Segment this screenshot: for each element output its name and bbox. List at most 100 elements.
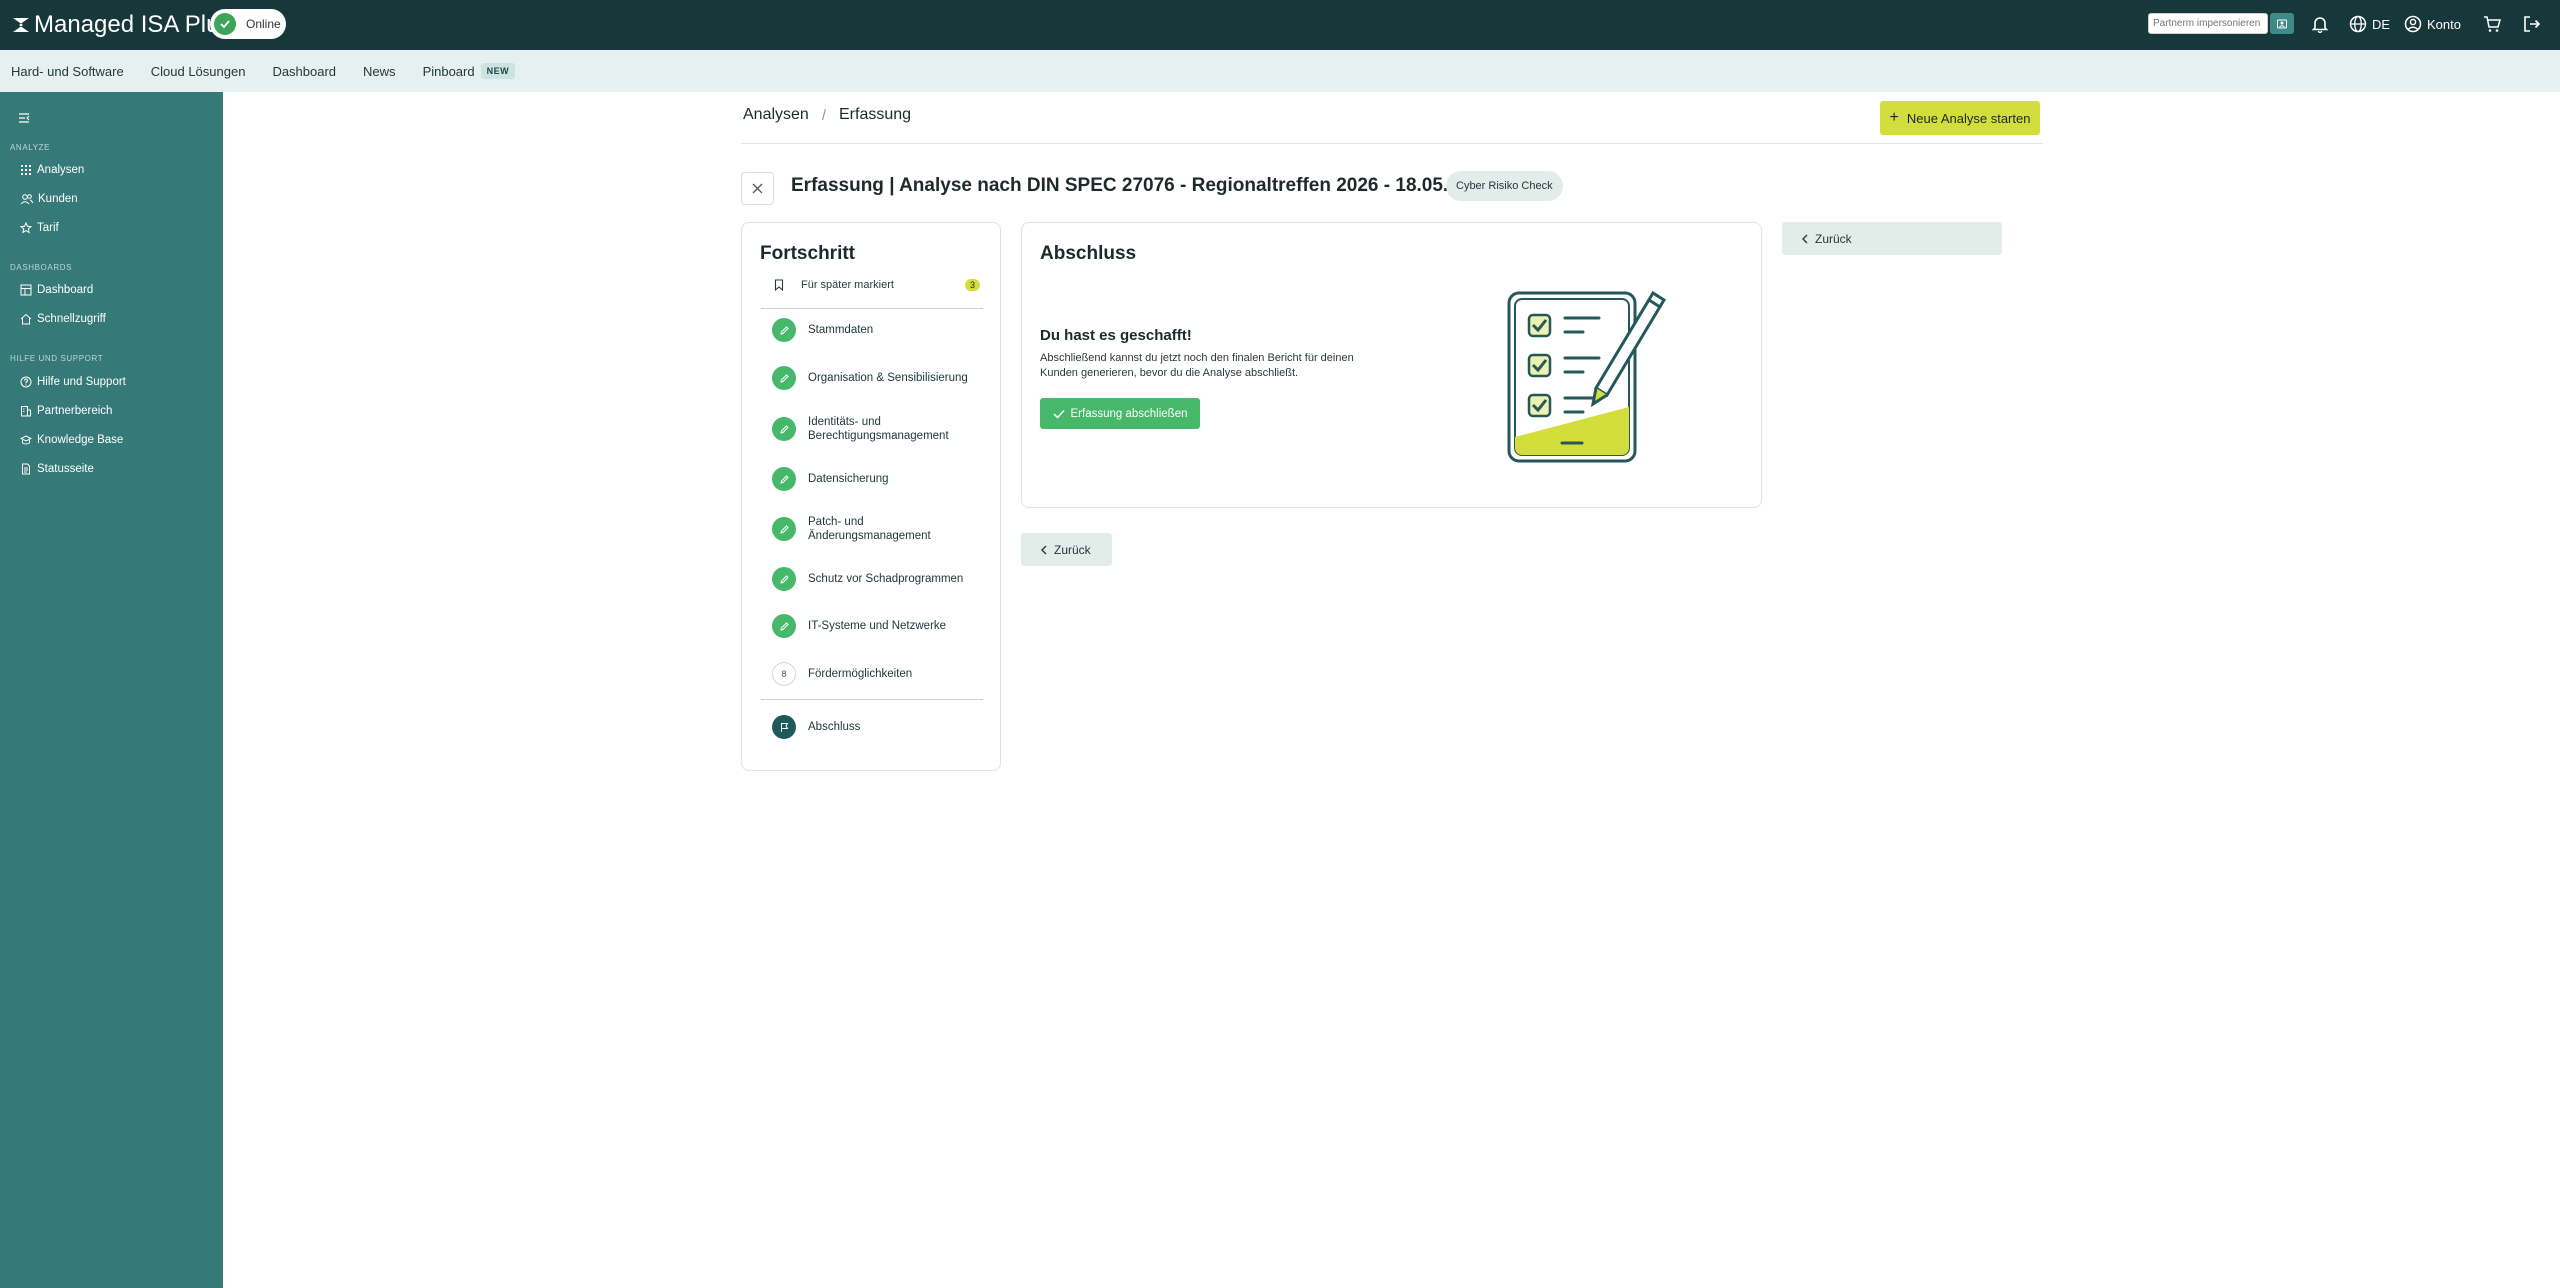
step-label: Fördermöglichkeiten <box>808 668 913 680</box>
step-label: Abschluss <box>808 721 861 733</box>
nav-pinboard[interactable]: Pinboard NEW <box>423 63 516 79</box>
notifications-button[interactable] <box>2312 13 2328 35</box>
sidebar-section-dashboards: DASHBOARDS <box>10 263 73 272</box>
sidebar-item-kunden[interactable]: Kunden <box>20 190 78 208</box>
impersonate-button[interactable] <box>2270 13 2294 34</box>
language-label: DE <box>2372 16 2391 32</box>
close-icon <box>752 183 763 194</box>
sidebar: ANALYZE Analysen Kunden Tarif DASHBOARDS… <box>0 92 223 1288</box>
nav-label: Pinboard <box>422 63 475 79</box>
step-label: IT-Systeme und Netzwerke <box>808 620 947 632</box>
step-number: 8 <box>772 662 796 686</box>
complete-capture-label: Erfassung abschließen <box>1070 407 1188 420</box>
impersonate-input[interactable] <box>2148 13 2268 34</box>
users-icon <box>20 194 33 205</box>
progress-divider <box>761 699 983 700</box>
abschluss-card: Abschluss Du hast es geschafft! Abschlie… <box>1021 222 1762 508</box>
cart-button[interactable] <box>2483 13 2501 35</box>
sidebar-item-label: Kunden <box>38 193 78 205</box>
nav-news[interactable]: News <box>363 64 396 79</box>
step-identitaet[interactable]: Identitäts- und Berechtigungsmanagement <box>772 414 972 444</box>
sidebar-collapse-button[interactable] <box>18 110 30 128</box>
complete-capture-button[interactable]: Erfassung abschließen <box>1040 398 1200 429</box>
sidebar-item-tarif[interactable]: Tarif <box>20 219 59 237</box>
bookmark-icon <box>774 279 784 291</box>
step-label: Schutz vor Schadprogrammen <box>808 573 964 585</box>
abschluss-title: Abschluss <box>1040 243 1137 264</box>
bell-icon <box>2312 17 2328 33</box>
sidebar-item-hilfe[interactable]: Hilfe und Support <box>20 373 126 391</box>
page-title: Erfassung | Analyse nach DIN SPEC 27076 … <box>791 175 1491 196</box>
back-button-side[interactable]: Zurück <box>1782 222 2002 255</box>
chevron-left-icon <box>1802 234 1808 243</box>
step-foerdermoeglichkeiten[interactable]: 8 Fördermöglichkeiten <box>772 662 982 686</box>
account-menu[interactable]: Konto <box>2404 13 2461 35</box>
main-navigation: Hard- und Software Cloud Lösungen Dashbo… <box>0 50 2560 92</box>
step-stammdaten[interactable]: Stammdaten <box>772 318 982 342</box>
sidebar-item-dashboard[interactable]: Dashboard <box>20 281 93 299</box>
new-analysis-label: Neue Analyse starten <box>1906 110 2031 126</box>
nav-hard-und-software[interactable]: Hard- und Software <box>11 64 124 79</box>
step-label: Stammdaten <box>808 324 874 336</box>
new-analysis-button[interactable]: + Neue Analyse starten <box>1880 101 2040 135</box>
back-label: Zurück <box>1815 231 1852 246</box>
help-icon <box>20 376 32 388</box>
step-patch[interactable]: Patch- und Änderungsmanagement <box>772 514 982 544</box>
nav-label: Dashboard <box>272 63 337 79</box>
star-icon <box>20 222 32 234</box>
header-divider <box>741 143 2043 144</box>
sidebar-item-schnellzugriff[interactable]: Schnellzugriff <box>20 310 106 328</box>
step-organisation[interactable]: Organisation & Sensibilisierung <box>772 366 982 390</box>
app-title: Managed ISA Plus <box>34 11 232 38</box>
sidebar-item-label: Hilfe und Support <box>37 376 126 388</box>
success-heading: Du hast es geschafft! <box>1040 327 1192 344</box>
sidebar-item-label: Schnellzugriff <box>37 313 106 325</box>
grid-icon <box>21 165 31 175</box>
sidebar-item-analysen[interactable]: Analysen <box>20 161 84 179</box>
online-status-toggle[interactable]: Online <box>210 9 286 39</box>
marked-for-later-label: Für später markiert <box>801 279 894 291</box>
sidebar-item-statusseite[interactable]: Statusseite <box>20 460 94 478</box>
top-bar: Managed ISA Plus Online DE Konto <box>0 0 2560 50</box>
progress-card: Fortschritt Für später markiert 3 Stammd… <box>741 222 1001 771</box>
nav-cloud-loesungen[interactable]: Cloud Lösungen <box>151 64 246 79</box>
sidebar-item-label: Partnerbereich <box>37 405 113 417</box>
sidebar-item-label: Knowledge Base <box>37 434 124 446</box>
nav-label: Hard- und Software <box>11 63 124 79</box>
pencil-icon <box>772 318 796 342</box>
step-abschluss[interactable]: Abschluss <box>772 715 982 739</box>
back-label: Zurück <box>1054 542 1091 557</box>
sidebar-item-knowledge-base[interactable]: Knowledge Base <box>20 431 123 449</box>
chevron-left-icon <box>1041 545 1047 554</box>
close-button[interactable] <box>741 172 774 205</box>
pencil-icon <box>772 467 796 491</box>
sidebar-item-partnerbereich[interactable]: Partnerbereich <box>20 402 112 420</box>
breadcrumb-analysen[interactable]: Analysen <box>743 106 809 124</box>
step-datensicherung[interactable]: Datensicherung <box>772 467 982 491</box>
pencil-icon <box>772 366 796 390</box>
new-badge: NEW <box>480 63 516 79</box>
nav-dashboard[interactable]: Dashboard <box>272 64 336 79</box>
language-selector[interactable]: DE <box>2349 13 2390 35</box>
collapse-icon <box>19 113 30 123</box>
impersonate-icon <box>2277 19 2287 28</box>
document-icon <box>22 463 30 475</box>
globe-icon <box>2349 15 2367 33</box>
step-schadprogramme[interactable]: Schutz vor Schadprogrammen <box>772 567 982 591</box>
back-button-bottom[interactable]: Zurück <box>1021 533 1112 566</box>
sidebar-section-help: HILFE UND SUPPORT <box>10 354 104 363</box>
check-icon <box>214 13 236 35</box>
progress-divider <box>761 308 983 309</box>
cart-icon <box>2484 16 2501 32</box>
step-it-systeme[interactable]: IT-Systeme und Netzwerke <box>772 614 982 638</box>
app-logo[interactable]: Managed ISA Plus <box>12 11 231 39</box>
marked-for-later-item[interactable]: Für später markiert 3 <box>774 274 980 296</box>
logout-button[interactable] <box>2523 13 2541 35</box>
step-label: Identitäts- und Berechtigungsmanagement <box>808 416 949 442</box>
step-label: Datensicherung <box>808 473 889 485</box>
step-label: Patch- und Änderungsmanagement <box>808 516 931 542</box>
logout-icon <box>2524 16 2541 32</box>
home-icon <box>20 313 32 325</box>
marked-count-badge: 3 <box>964 279 980 291</box>
pencil-icon <box>772 517 796 541</box>
